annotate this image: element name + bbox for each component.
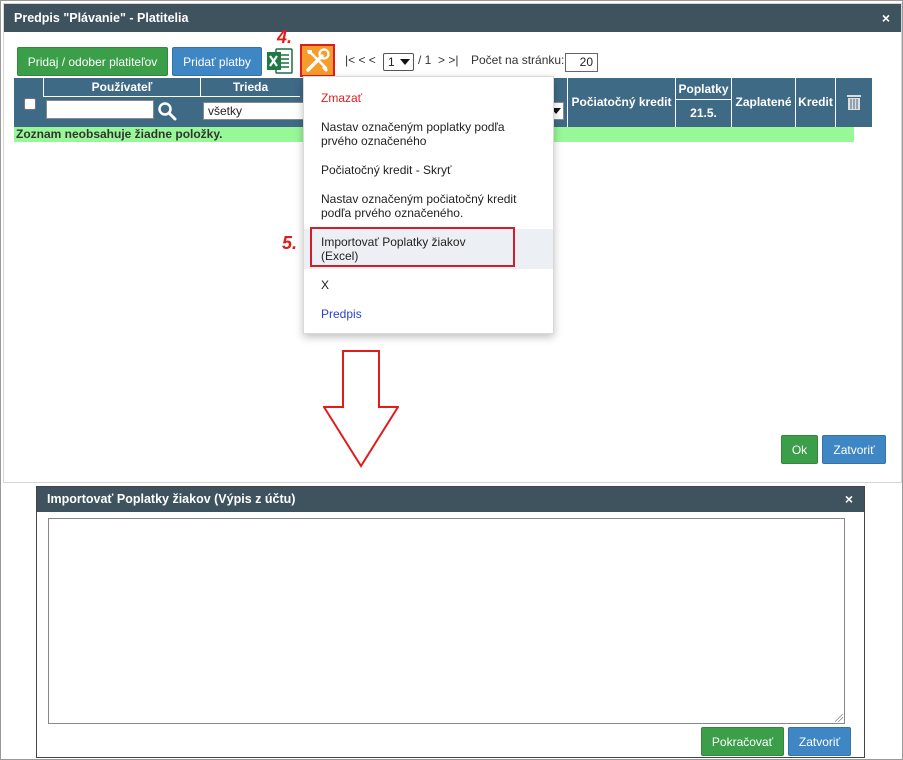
menu-item-set-credit[interactable]: Nastav označeným počiatočný kredit podľa… — [304, 192, 553, 220]
col-delete — [835, 78, 872, 127]
dialog-title: Importovať Poplatky žiakov (Výpis z účtu… — [37, 487, 864, 512]
resize-grip-icon[interactable] — [835, 714, 843, 722]
dialog-title: Predpis "Plávanie" - Platitelia — [4, 4, 901, 32]
step-5-label: 5. — [282, 233, 298, 253]
menu-item-label: podľa prvého označeného. — [321, 206, 464, 220]
page-count: / 1 — [418, 53, 432, 67]
menu-item-predpis[interactable]: Predpis — [304, 307, 553, 321]
search-icon[interactable] — [157, 101, 177, 121]
col-initial-credit[interactable]: Počiatočný kredit — [567, 78, 675, 127]
select-all-checkbox[interactable] — [24, 98, 36, 110]
menu-item-label: prvého označeného — [321, 134, 427, 148]
chevron-down-icon — [400, 59, 410, 65]
import-textarea[interactable] — [48, 518, 845, 724]
menu-item-delete[interactable]: Zmazať — [304, 91, 553, 105]
page-select-value: 1 — [388, 55, 395, 69]
close-button[interactable]: Zatvoriť — [822, 435, 886, 464]
highlight-box — [310, 227, 515, 267]
menu-item-label: Nastav označeným počiatočný kredit — [321, 192, 517, 206]
page-select[interactable]: 1 — [383, 53, 414, 71]
wrench-tools-icon — [306, 48, 330, 72]
per-page-input[interactable]: 20 — [565, 53, 598, 72]
close-button[interactable]: Zatvoriť — [788, 727, 851, 756]
user-filter-input[interactable] — [46, 100, 154, 119]
menu-item-x[interactable]: X — [304, 278, 553, 292]
col-credit[interactable]: Kredit — [795, 78, 835, 127]
trash-icon[interactable] — [847, 94, 861, 110]
step-4-label: 4. — [277, 27, 293, 47]
close-icon[interactable]: × — [879, 11, 893, 25]
tools-menu-button[interactable] — [300, 44, 335, 77]
add-payments-button[interactable]: Pridať platby — [172, 47, 262, 76]
excel-icon[interactable] — [266, 47, 294, 75]
down-arrow-annotation — [323, 350, 399, 468]
class-filter-select[interactable]: všetky — [203, 102, 309, 120]
add-remove-payers-button[interactable]: Pridaj / odober platiteľov — [17, 47, 168, 76]
screenshot-canvas: Predpis "Plávanie" - Platitelia × Pridaj… — [0, 0, 903, 760]
ok-button[interactable]: Ok — [781, 435, 818, 464]
import-fees-dialog: Importovať Poplatky žiakov (Výpis z účtu… — [36, 486, 865, 758]
col-fee-date[interactable]: 21.5. — [675, 100, 731, 127]
col-paid[interactable]: Zaplatené — [731, 78, 795, 127]
col-user[interactable]: Používateľ — [43, 78, 200, 97]
col-class[interactable]: Trieda — [200, 78, 300, 97]
menu-item-set-fees[interactable]: Nastav označeným poplatky podľa prvého o… — [304, 120, 553, 148]
menu-item-hide-credit[interactable]: Počiatočný kredit - Skryť — [304, 163, 553, 177]
per-page-label: Počet na stránku: — [471, 53, 565, 67]
continue-button[interactable]: Pokračovať — [701, 727, 784, 756]
close-icon[interactable]: × — [842, 492, 856, 506]
pager-next-last[interactable]: > >| — [438, 53, 458, 67]
menu-item-label: Nastav označeným poplatky podľa — [321, 120, 505, 134]
pager-first-prev[interactable]: |< < < — [345, 53, 376, 67]
col-fees[interactable]: Poplatky — [675, 78, 731, 100]
